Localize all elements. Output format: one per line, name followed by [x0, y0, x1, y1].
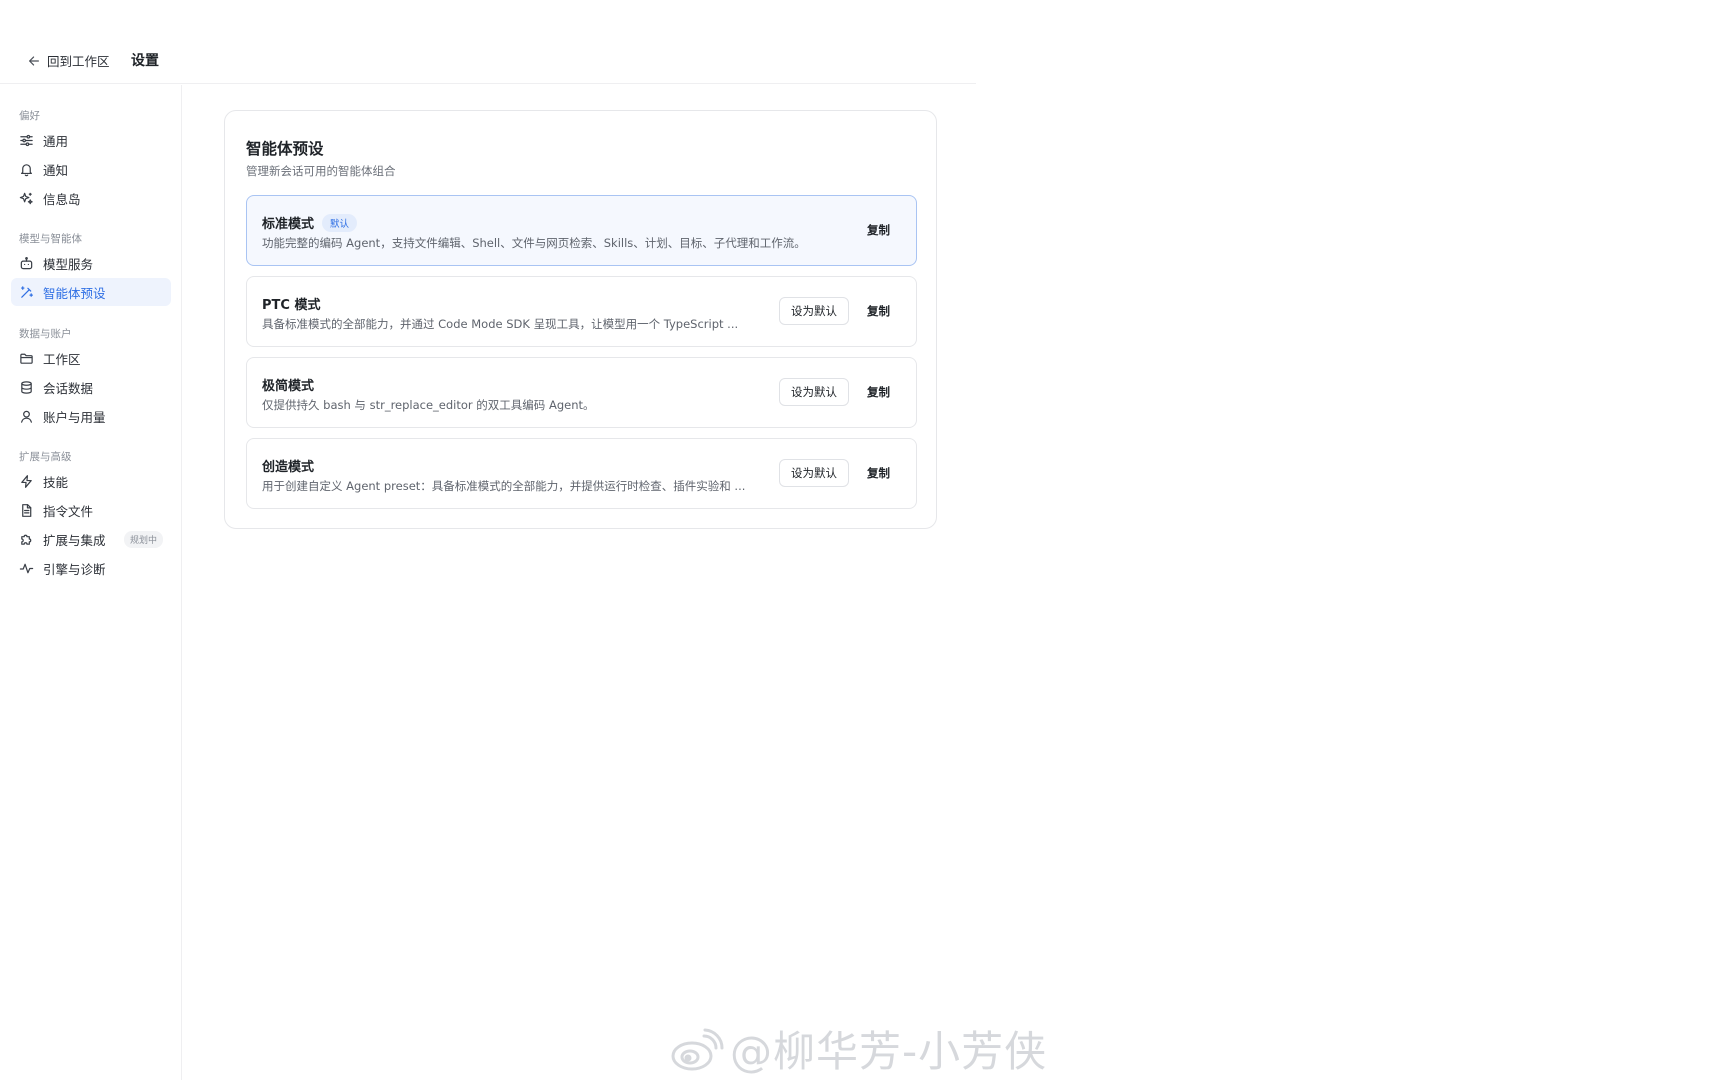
robot-icon: [20, 256, 33, 269]
weibo-icon: [671, 1028, 724, 1070]
bell-icon: [21, 163, 32, 176]
sidebar-item-agent-presets[interactable]: 智能体预设: [11, 278, 171, 306]
preset-card-ptc[interactable]: PTC 模式 具备标准模式的全部能力，并通过 Code Mode SDK 呈现工…: [246, 276, 917, 347]
preset-description: 功能完整的编码 Agent，支持文件编辑、Shell、文件与网页检索、Skill…: [262, 236, 806, 250]
set-default-button[interactable]: 设为默认: [779, 378, 849, 406]
sidebar-item-account-usage[interactable]: 账户与用量: [11, 402, 171, 430]
sidebar-item-session-data[interactable]: 会话数据: [11, 373, 171, 401]
sidebar-item-label: 技能: [43, 474, 69, 490]
preset-card-minimal[interactable]: 极简模式 仅提供持久 bash 与 str_replace_editor 的双工…: [246, 357, 917, 428]
sidebar-item-info-island[interactable]: 信息岛: [11, 184, 171, 212]
watermark: @柳华芳-小芳侠: [668, 1018, 1047, 1079]
preset-description: 具备标准模式的全部能力，并通过 Code Mode SDK 呈现工具，让模型用一…: [262, 317, 739, 331]
sliders-icon: [20, 134, 33, 146]
copy-button[interactable]: 复制: [867, 459, 890, 487]
sidebar-item-skills[interactable]: 技能: [11, 467, 171, 495]
section-subtitle: 管理新会话可用的智能体组合: [246, 164, 396, 178]
sidebar-item-label: 智能体预设: [43, 285, 106, 301]
preset-name: 极简模式: [262, 379, 315, 394]
sidebar-group-label: 偏好: [19, 110, 40, 122]
lightning-icon: [21, 474, 32, 488]
sidebar-item-workspace[interactable]: 工作区: [11, 344, 171, 372]
back-to-workspace-link[interactable]: 回到工作区: [27, 51, 110, 70]
sidebar-item-label: 账户与用量: [43, 409, 106, 425]
sidebar-group-label: 模型与智能体: [19, 233, 82, 245]
sidebar-item-general[interactable]: 通用: [11, 126, 171, 154]
sidebar-item-engine-diagnostics[interactable]: 引擎与诊断: [11, 554, 171, 582]
agent-presets-card: 智能体预设 管理新会话可用的智能体组合 标准模式 默认 功能完整的编码 Agen…: [224, 110, 937, 529]
sidebar-item-model-service[interactable]: 模型服务: [11, 249, 171, 277]
preset-card-creative[interactable]: 创造模式 用于创建自定义 Agent preset：具备标准模式的全部能力，并提…: [246, 438, 917, 509]
user-icon: [21, 410, 32, 423]
sidebar-item-instruction-files[interactable]: 指令文件: [11, 496, 171, 524]
sidebar-group-label: 数据与账户: [19, 328, 72, 340]
sidebar-item-label: 引擎与诊断: [43, 561, 106, 577]
sidebar-item-label: 模型服务: [43, 256, 94, 272]
default-badge: 默认: [322, 213, 358, 232]
copy-button[interactable]: 复制: [867, 378, 890, 406]
preset-name: 创造模式: [262, 460, 315, 475]
sidebar-item-extensions[interactable]: 扩展与集成 规划中: [11, 525, 171, 553]
sidebar-item-label: 会话数据: [43, 380, 94, 396]
preset-description: 用于创建自定义 Agent preset：具备标准模式的全部能力，并提供运行时检…: [262, 479, 746, 493]
file-icon: [22, 503, 32, 517]
page-title: 设置: [131, 53, 159, 69]
sidebar-item-label: 扩展与集成: [43, 532, 106, 548]
preset-name: 标准模式: [262, 217, 315, 232]
activity-icon: [19, 563, 34, 573]
set-default-button[interactable]: 设为默认: [779, 297, 849, 325]
back-link-label: 回到工作区: [47, 54, 110, 69]
folder-icon: [20, 353, 33, 364]
watermark-text: @柳华芳-小芳侠: [730, 1027, 1048, 1076]
section-title: 智能体预设: [246, 140, 324, 158]
sidebar: 偏好 通用 通知 信息岛 模型与智能体 模型服务 智能体预设 数据与账户 工作区…: [0, 85, 182, 1080]
copy-button[interactable]: 复制: [867, 216, 890, 244]
set-default-button[interactable]: 设为默认: [779, 459, 849, 487]
copy-button[interactable]: 复制: [867, 297, 890, 325]
arrow-left-icon: [29, 55, 39, 66]
sparkle-icon: [19, 192, 33, 204]
sidebar-item-label: 信息岛: [43, 191, 81, 207]
top-bar: 回到工作区 设置: [0, 0, 976, 84]
puzzle-icon: [21, 534, 32, 545]
preset-card-standard[interactable]: 标准模式 默认 功能完整的编码 Agent，支持文件编辑、Shell、文件与网页…: [246, 195, 917, 266]
preset-name: PTC 模式: [262, 298, 321, 313]
planned-badge: 规划中: [123, 530, 163, 548]
sidebar-group-label: 扩展与高级: [19, 451, 72, 463]
sidebar-item-label: 通用: [43, 133, 69, 149]
sidebar-item-label: 指令文件: [43, 503, 94, 519]
database-icon: [21, 380, 32, 394]
sidebar-item-notifications[interactable]: 通知: [11, 155, 171, 183]
wand-icon: [20, 285, 33, 298]
preset-description: 仅提供持久 bash 与 str_replace_editor 的双工具编码 A…: [262, 398, 595, 412]
sidebar-item-label: 工作区: [43, 351, 81, 367]
sidebar-item-label: 通知: [43, 162, 69, 178]
